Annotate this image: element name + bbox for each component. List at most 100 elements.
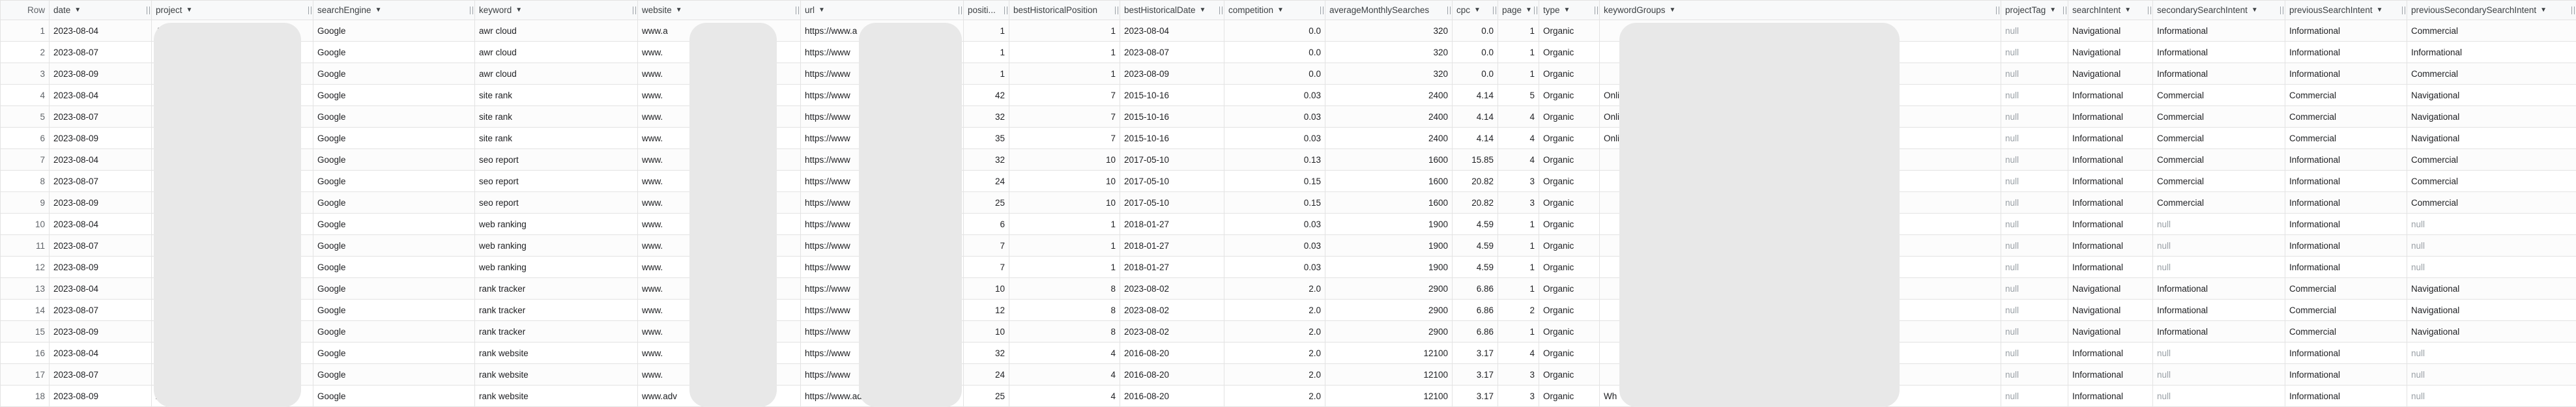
column-header-bestHistoricalDate[interactable]: bestHistoricalDate▼ <box>1120 1 1224 20</box>
column-resize-handle[interactable] <box>308 7 311 14</box>
column-resize-handle[interactable] <box>1996 7 1999 14</box>
column-resize-handle[interactable] <box>2402 7 2405 14</box>
column-header-cpc[interactable]: cpc▼ <box>1453 1 1498 20</box>
table-row[interactable]: 32023-08-09Googleawr cloudwww.https://ww… <box>1 63 2576 85</box>
column-resize-handle[interactable] <box>1115 7 1118 14</box>
column-header-page[interactable]: page▼ <box>1498 1 1539 20</box>
cell-bestHistoricalPosition: 1 <box>1009 235 1120 257</box>
column-resize-handle[interactable] <box>796 7 799 14</box>
cell-projectTag: null <box>2001 128 2068 149</box>
column-header-label: searchIntent <box>2072 5 2120 15</box>
cell-row: 14 <box>1 300 50 321</box>
results-table: Rowdate▼project▼searchEngine▼keyword▼web… <box>0 0 2576 407</box>
sort-caret-icon[interactable]: ▼ <box>2049 7 2056 14</box>
sort-caret-icon[interactable]: ▼ <box>2540 7 2547 14</box>
sort-caret-icon[interactable]: ▼ <box>1564 7 1570 14</box>
column-header-website[interactable]: website▼ <box>638 1 801 20</box>
column-header-searchIntent[interactable]: searchIntent ▼ <box>2068 1 2153 20</box>
cell-bestHistoricalPosition: 1 <box>1009 257 1120 278</box>
cell-previousSearchIntent: Informational <box>2285 42 2407 63</box>
cell-page: 4 <box>1498 128 1539 149</box>
column-header-keywordGroups[interactable]: keywordGroups▼ <box>1600 1 2001 20</box>
column-resize-handle[interactable] <box>147 7 150 14</box>
table-row[interactable]: 82023-08-07Googleseo reportwww.https://w… <box>1 171 2576 192</box>
cell-searchIntent: Informational <box>2068 106 2153 128</box>
sort-caret-icon[interactable]: ▼ <box>2251 7 2258 14</box>
table-row[interactable]: 172023-08-07Googlerank websitewww.https:… <box>1 364 2576 386</box>
column-header-position[interactable]: positi... <box>964 1 1009 20</box>
table-row[interactable]: 122023-08-09Googleweb rankingwww.https:/… <box>1 257 2576 278</box>
table-row[interactable]: 162023-08-04Googlerank websitewww.https:… <box>1 343 2576 364</box>
table-row[interactable]: 72023-08-04Googleseo reportwww.https://w… <box>1 149 2576 171</box>
column-header-secondarySearchIntent[interactable]: secondarySearchIntent▼ <box>2153 1 2285 20</box>
cell-previousSearchIntent: Informational <box>2285 343 2407 364</box>
column-header-bestHistoricalPosition[interactable]: bestHistoricalPosition <box>1009 1 1120 20</box>
column-header-date[interactable]: date▼ <box>50 1 152 20</box>
cell-keyword: awr cloud <box>475 20 638 42</box>
table-row[interactable]: 52023-08-07Googlesite rankwww.https://ww… <box>1 106 2576 128</box>
column-header-url[interactable]: url▼ <box>801 1 964 20</box>
column-header-project[interactable]: project▼ <box>152 1 313 20</box>
sort-caret-icon[interactable]: ▼ <box>2377 7 2383 14</box>
column-resize-handle[interactable] <box>1447 7 1451 14</box>
sort-caret-icon[interactable]: ▼ <box>1526 7 1532 14</box>
column-resize-handle[interactable] <box>2280 7 2283 14</box>
table-row[interactable]: 102023-08-04Googleweb rankingwww.https:/… <box>1 214 2576 235</box>
column-header-projectTag[interactable]: projectTag▼ <box>2001 1 2068 20</box>
column-resize-handle[interactable] <box>633 7 636 14</box>
column-header-type[interactable]: type▼ <box>1539 1 1600 20</box>
cell-type: Organic <box>1539 192 1600 214</box>
cell-position: 7 <box>964 257 1009 278</box>
table-row[interactable]: 132023-08-04Googlerank trackerwww.https:… <box>1 278 2576 300</box>
column-resize-handle[interactable] <box>1534 7 1537 14</box>
cell-bestHistoricalDate: 2023-08-02 <box>1120 321 1224 343</box>
table-row[interactable]: 22023-08-07Googleawr cloudwww.https://ww… <box>1 42 2576 63</box>
table-row[interactable]: 62023-08-09Googlesite rankwww.https://ww… <box>1 128 2576 149</box>
column-resize-handle[interactable] <box>2148 7 2151 14</box>
cell-averageMonthlySearches: 12100 <box>1325 386 1453 407</box>
cell-type: Organic <box>1539 364 1600 386</box>
cell-competition: 0.03 <box>1224 235 1325 257</box>
column-resize-handle[interactable] <box>1493 7 1496 14</box>
column-header-searchEngine[interactable]: searchEngine▼ <box>313 1 475 20</box>
sort-caret-icon[interactable]: ▼ <box>1277 7 1284 14</box>
sort-caret-icon[interactable]: ▼ <box>2124 7 2131 14</box>
sort-caret-icon[interactable]: ▼ <box>676 7 682 14</box>
sort-caret-icon[interactable]: ▼ <box>515 7 522 14</box>
column-resize-handle[interactable] <box>959 7 962 14</box>
column-resize-handle[interactable] <box>470 7 473 14</box>
column-header-competition[interactable]: competition▼ <box>1224 1 1325 20</box>
table-row[interactable]: 112023-08-07Googleweb rankingwww.https:/… <box>1 235 2576 257</box>
column-resize-handle[interactable] <box>1595 7 1598 14</box>
cell-page: 4 <box>1498 106 1539 128</box>
table-row[interactable]: 182023-08-09AdvGooglerank websitewww.adv… <box>1 386 2576 407</box>
column-header-previousSearchIntent[interactable]: previousSearchIntent▼ <box>2285 1 2407 20</box>
sort-caret-icon[interactable]: ▼ <box>818 7 825 14</box>
sort-caret-icon[interactable]: ▼ <box>1474 7 1481 14</box>
column-resize-handle[interactable] <box>2571 7 2575 14</box>
cell-previousSecondarySearchIntent: Navigational <box>2407 106 2576 128</box>
column-resize-handle[interactable] <box>1219 7 1223 14</box>
sort-caret-icon[interactable]: ▼ <box>186 7 193 14</box>
cell-bestHistoricalDate: 2018-01-27 <box>1120 257 1224 278</box>
cell-position: 35 <box>964 128 1009 149</box>
column-resize-handle[interactable] <box>1004 7 1007 14</box>
sort-caret-icon[interactable]: ▼ <box>1670 7 1676 14</box>
table-row[interactable]: 142023-08-07Googlerank trackerwww.https:… <box>1 300 2576 321</box>
cell-projectTag: null <box>2001 171 2068 192</box>
column-resize-handle[interactable] <box>1320 7 1324 14</box>
column-header-row[interactable]: Row <box>1 1 50 20</box>
column-header-previousSecondarySearchIntent[interactable]: previousSecondarySearchIntent▼ <box>2407 1 2576 20</box>
table-row[interactable]: 42023-08-04Googlesite rankwww.https://ww… <box>1 85 2576 106</box>
cell-date: 2023-08-09 <box>50 321 152 343</box>
table-row[interactable]: 152023-08-09Googlerank trackerwww.https:… <box>1 321 2576 343</box>
table-row[interactable]: 92023-08-09Googleseo reportwww.https://w… <box>1 192 2576 214</box>
cell-previousSearchIntent: Informational <box>2285 386 2407 407</box>
sort-caret-icon[interactable]: ▼ <box>74 7 81 14</box>
sort-caret-icon[interactable]: ▼ <box>1200 7 1206 14</box>
column-header-keyword[interactable]: keyword▼ <box>475 1 638 20</box>
column-resize-handle[interactable] <box>2063 7 2066 14</box>
sort-caret-icon[interactable]: ▼ <box>375 7 382 14</box>
table-row[interactable]: 12023-08-04AdGoogleawr cloudwww.ahttps:/… <box>1 20 2576 42</box>
column-header-averageMonthlySearches[interactable]: averageMonthlySearches <box>1325 1 1453 20</box>
